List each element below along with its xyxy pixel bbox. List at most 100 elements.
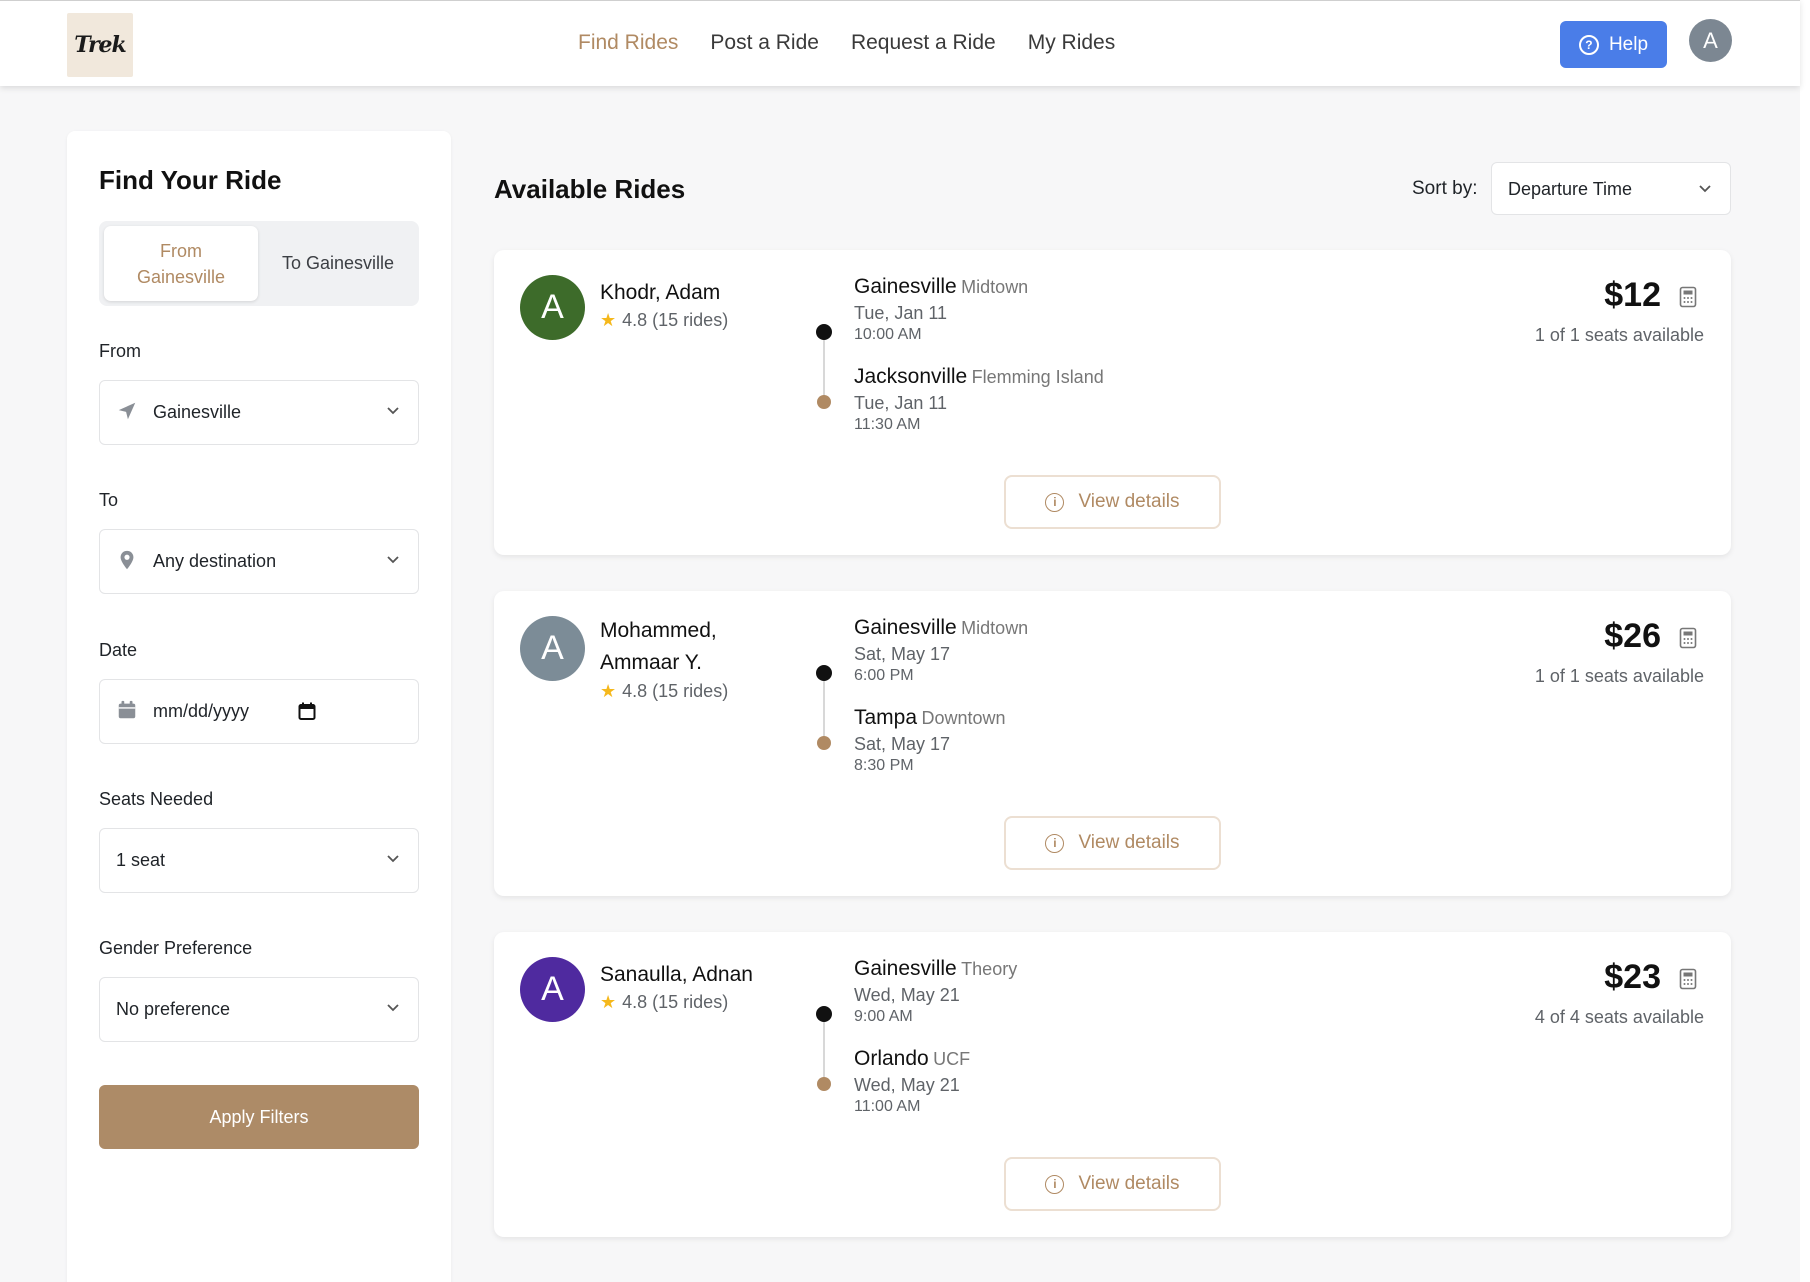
date-input[interactable]: mm/dd/yyyy [99,679,419,744]
sort-value: Departure Time [1508,179,1633,199]
origin-dot [816,324,832,340]
apply-filters-button[interactable]: Apply Filters [99,1085,419,1149]
origin-city: Gainesville [854,957,957,980]
from-value: Gainesville [153,402,242,422]
calculator-icon[interactable] [1679,627,1697,649]
nav-find-rides[interactable]: Find Rides [578,31,678,55]
destination-time: 11:30 AM [854,416,921,433]
date-placeholder: mm/dd/yyyy [153,701,250,721]
driver-avatar: A [520,275,585,340]
destination-stop: Jacksonville Flemming Island Tue, Jan 11… [854,365,1104,434]
date-label: Date [99,640,138,660]
view-details-button[interactable]: i View details [1004,816,1221,870]
from-label: From [99,341,141,361]
gender-value: No preference [116,999,231,1019]
seats-label: Seats Needed [99,789,214,809]
seats-available: 4 of 4 seats available [1534,1007,1704,1027]
chevron-down-icon [1699,185,1711,193]
from-select[interactable]: Gainesville [99,380,419,445]
route-line [823,673,825,743]
view-details-label: View details [1078,1173,1180,1194]
destination-time: 11:00 AM [854,1098,921,1115]
trek-logo[interactable]: Trek [67,13,133,77]
origin-area: Midtown [961,277,1029,297]
route-timeline: Gainesville Theory Wed, May 21 9:00 AM O… [814,957,1214,1127]
sort-label: Sort by: [1412,178,1478,199]
sort-select[interactable]: Departure Time [1491,162,1731,215]
ride-price: $12 [1604,276,1661,314]
map-pin-icon [120,550,134,570]
driver-rating: ★ 4.8 (15 rides) [600,681,728,702]
driver-rating: ★ 4.8 (15 rides) [600,992,728,1013]
destination-time: 8:30 PM [854,757,914,774]
info-icon: i [1045,833,1065,853]
navigation-arrow-icon [118,402,136,420]
driver-avatar: A [520,957,585,1022]
calculator-icon[interactable] [1679,968,1697,990]
star-icon: ★ [600,992,617,1012]
info-icon: i [1045,1174,1065,1194]
destination-city: Orlando [854,1047,929,1070]
destination-dot [817,1077,831,1091]
nav-request-a-ride[interactable]: Request a Ride [851,31,996,55]
gender-select[interactable]: No preference [99,977,419,1042]
destination-dot [817,395,831,409]
to-label: To [99,490,119,510]
route-timeline: Gainesville Midtown Tue, Jan 11 10:00 AM… [814,275,1214,445]
calendar-icon [118,700,136,719]
route-timeline: Gainesville Midtown Sat, May 17 6:00 PM … [814,616,1214,786]
view-details-button[interactable]: i View details [1004,475,1221,529]
chevron-down-icon [387,855,399,863]
available-rides-title: Available Rides [494,174,686,204]
driver-avatar: A [520,616,585,681]
star-icon: ★ [600,310,617,330]
route-line [823,332,825,402]
ride-price: $26 [1604,617,1661,655]
destination-stop: Orlando UCF Wed, May 21 11:00 AM [854,1047,970,1116]
seats-available: 1 of 1 seats available [1534,325,1704,345]
seats-select[interactable]: 1 seat [99,828,419,893]
destination-city: Tampa [854,706,918,729]
destination-date: Sat, May 17 [854,734,951,754]
destination-date: Wed, May 21 [854,1075,960,1095]
ride-card: A Khodr, Adam ★ 4.8 (15 rides) Gainesvil… [494,250,1731,555]
destination-dot [817,736,831,750]
origin-stop: Gainesville Theory Wed, May 21 9:00 AM [854,957,1017,1026]
chevron-down-icon [387,407,399,415]
view-details-button[interactable]: i View details [1004,1157,1221,1211]
chevron-down-icon [387,1004,399,1012]
destination-area: Downtown [921,708,1006,728]
seats-available: 1 of 1 seats available [1534,666,1704,686]
main-nav: Find Rides Post a Ride Request a Ride My… [578,31,1115,55]
calculator-icon[interactable] [1679,286,1697,308]
to-select[interactable]: Any destination [99,529,419,594]
destination-stop: Tampa Downtown Sat, May 17 8:30 PM [854,706,1006,775]
view-details-label: View details [1078,832,1180,853]
origin-time: 6:00 PM [854,667,914,684]
sidebar-title: Find Your Ride [99,165,282,195]
rating-text: 4.8 (15 rides) [622,310,729,330]
window-edge [1800,0,1810,1282]
chevron-down-icon [387,556,399,564]
nav-post-a-ride[interactable]: Post a Ride [710,31,819,55]
seats-value: 1 seat [116,850,166,870]
date-picker-icon[interactable] [298,702,316,721]
view-details-label: View details [1078,491,1180,512]
origin-dot [816,665,832,681]
user-avatar[interactable]: A [1689,19,1732,62]
driver-rating: ★ 4.8 (15 rides) [600,310,728,331]
destination-area: UCF [933,1049,971,1069]
help-label: Help [1608,33,1649,55]
origin-city: Gainesville [854,616,957,639]
toggle-from-gainesville[interactable]: From Gainesville [104,226,258,301]
direction-toggle: From Gainesville To Gainesville [99,221,419,306]
origin-area: Midtown [961,618,1029,638]
driver-name: Mohammed, Ammaar Y. [600,619,717,674]
origin-date: Wed, May 21 [854,985,960,1005]
toggle-to-gainesville[interactable]: To Gainesville [261,226,415,301]
origin-date: Tue, Jan 11 [854,303,948,323]
nav-my-rides[interactable]: My Rides [1028,31,1116,55]
info-icon: i [1045,492,1065,512]
driver-name: Khodr, Adam [600,281,721,304]
help-button[interactable]: ? Help [1560,21,1667,68]
